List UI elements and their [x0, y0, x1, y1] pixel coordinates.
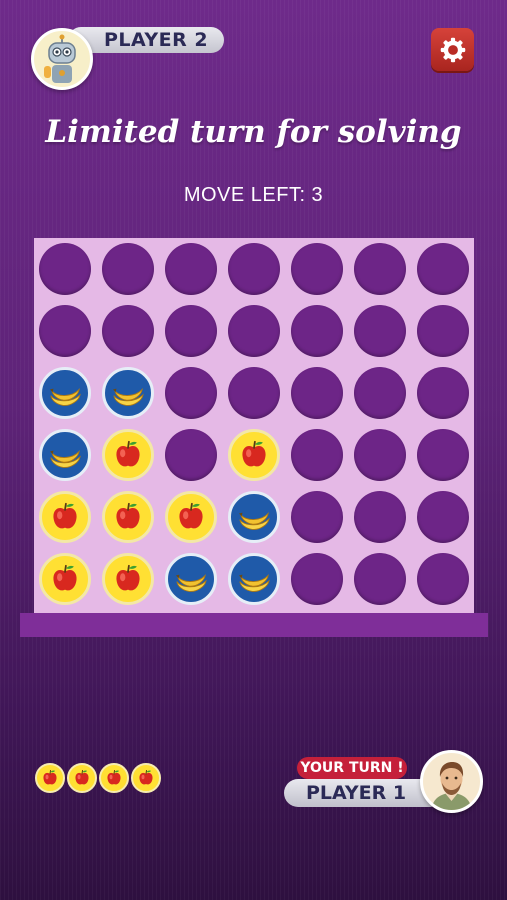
- board-piece-apple[interactable]: [102, 429, 154, 481]
- board-slot-empty[interactable]: [291, 429, 343, 481]
- board-piece-apple[interactable]: [165, 491, 217, 543]
- banana-icon: [112, 388, 144, 406]
- board-piece-banana[interactable]: [39, 429, 91, 481]
- apple-icon: [53, 564, 77, 591]
- board-slot-empty[interactable]: [291, 553, 343, 605]
- banana-icon: [175, 574, 207, 592]
- board-base: [20, 613, 488, 637]
- robot-avatar-icon: [31, 28, 93, 90]
- board-slot-empty[interactable]: [165, 243, 217, 295]
- settings-button[interactable]: [431, 28, 474, 71]
- board-slot-empty[interactable]: [165, 367, 217, 419]
- banana-icon: [238, 512, 270, 530]
- board-piece-apple[interactable]: [102, 491, 154, 543]
- board-slot-empty[interactable]: [417, 367, 469, 419]
- apple-icon: [179, 502, 203, 529]
- board-piece-apple[interactable]: [102, 553, 154, 605]
- remaining-tokens: [35, 763, 161, 793]
- board-slot-empty[interactable]: [354, 243, 406, 295]
- board-piece-banana[interactable]: [39, 367, 91, 419]
- board-slot-empty[interactable]: [228, 243, 280, 295]
- board-slot-empty[interactable]: [165, 429, 217, 481]
- board-slot-empty[interactable]: [102, 243, 154, 295]
- board-slot-empty[interactable]: [228, 367, 280, 419]
- turn-badge: YOUR TURN !: [297, 757, 407, 779]
- apple-icon: [139, 770, 153, 785]
- apple-icon: [116, 564, 140, 591]
- banana-icon: [49, 450, 81, 468]
- board-slot-empty[interactable]: [417, 491, 469, 543]
- board-slot-empty[interactable]: [291, 367, 343, 419]
- board-piece-apple[interactable]: [39, 491, 91, 543]
- board-slot-empty[interactable]: [417, 243, 469, 295]
- board-piece-banana[interactable]: [165, 553, 217, 605]
- board-slot-empty[interactable]: [417, 305, 469, 357]
- board-slot-empty[interactable]: [417, 553, 469, 605]
- apple-icon: [53, 502, 77, 529]
- board-slot-empty[interactable]: [228, 305, 280, 357]
- game-board: [34, 238, 474, 614]
- board-piece-banana[interactable]: [228, 553, 280, 605]
- remaining-token-apple: [131, 763, 161, 793]
- banana-icon: [238, 574, 270, 592]
- banana-icon: [49, 388, 81, 406]
- board-slot-empty[interactable]: [39, 243, 91, 295]
- board-slot-empty[interactable]: [354, 367, 406, 419]
- gear-icon: [440, 37, 465, 62]
- apple-icon: [116, 502, 140, 529]
- remaining-token-apple: [35, 763, 65, 793]
- board-slot-empty[interactable]: [354, 553, 406, 605]
- board-slot-empty[interactable]: [354, 305, 406, 357]
- player-name: PLAYER 1: [306, 782, 407, 804]
- board-slot-empty[interactable]: [291, 491, 343, 543]
- board-slot-empty[interactable]: [165, 305, 217, 357]
- apple-icon: [75, 770, 89, 785]
- board-slot-empty[interactable]: [39, 305, 91, 357]
- board-piece-banana[interactable]: [102, 367, 154, 419]
- remaining-token-apple: [67, 763, 97, 793]
- board-piece-apple[interactable]: [39, 553, 91, 605]
- remaining-token-apple: [99, 763, 129, 793]
- level-title: Limited turn for solving: [45, 114, 462, 150]
- board-slot-empty[interactable]: [291, 243, 343, 295]
- board-slot-empty[interactable]: [354, 429, 406, 481]
- apple-icon: [242, 440, 266, 467]
- apple-icon: [43, 770, 57, 785]
- board-piece-apple[interactable]: [228, 429, 280, 481]
- apple-icon: [107, 770, 121, 785]
- board-slot-empty[interactable]: [417, 429, 469, 481]
- board-piece-banana[interactable]: [228, 491, 280, 543]
- board-slot-empty[interactable]: [102, 305, 154, 357]
- opponent-name: PLAYER 2: [104, 29, 209, 51]
- man-avatar-icon: [420, 750, 483, 813]
- moves-left-counter: MOVE LEFT: 3: [183, 184, 324, 206]
- board-slot-empty[interactable]: [354, 491, 406, 543]
- apple-icon: [116, 440, 140, 467]
- board-slot-empty[interactable]: [291, 305, 343, 357]
